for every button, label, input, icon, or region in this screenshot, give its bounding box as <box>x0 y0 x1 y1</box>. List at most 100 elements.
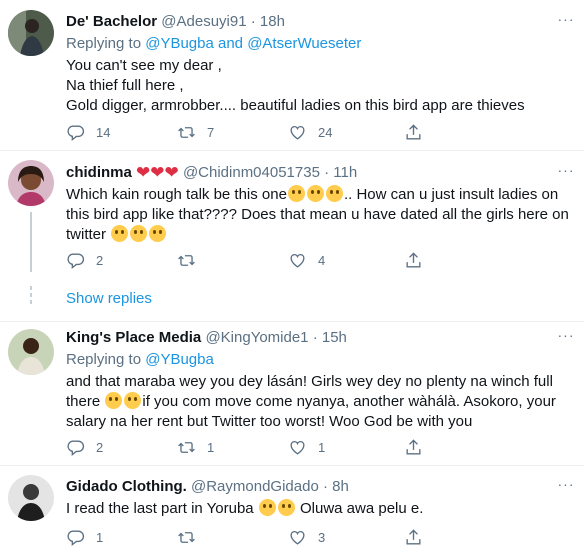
laughing-emoji-icon <box>124 392 142 409</box>
share-button[interactable] <box>404 527 423 547</box>
like-icon <box>288 438 307 457</box>
like-button[interactable]: 1 <box>288 437 325 457</box>
share-icon <box>404 123 423 142</box>
retweet-button[interactable]: 1 <box>177 437 214 457</box>
retweet-button[interactable]: 7 <box>177 122 214 142</box>
retweet-icon <box>177 123 196 142</box>
user-handle[interactable]: @RaymondGidado <box>191 478 319 495</box>
retweet-icon <box>177 251 196 270</box>
mention-link[interactable]: @YBugba <box>145 351 214 368</box>
tweet[interactable]: Gidado Clothing. @RaymondGidado · 8h I r… <box>0 467 584 552</box>
display-name[interactable]: chidinma <box>66 164 132 181</box>
reply-button[interactable]: 14 <box>66 122 110 142</box>
timestamp[interactable]: 18h <box>260 13 285 30</box>
share-button[interactable] <box>404 250 423 270</box>
heart-emoji-icon: ❤❤❤ <box>136 163 179 182</box>
reply-button[interactable]: 2 <box>66 437 103 457</box>
share-icon <box>404 438 423 457</box>
tweet[interactable]: King's Place Media @KingYomide1 · 15h Re… <box>0 323 584 466</box>
user-handle[interactable]: @Chidinm04051735 <box>183 164 320 181</box>
thinking-emoji-icon <box>130 225 148 242</box>
retweet-icon <box>177 528 196 547</box>
more-icon[interactable]: ··· <box>556 477 576 497</box>
like-icon <box>288 528 307 547</box>
thinking-emoji-icon <box>149 225 167 242</box>
more-icon[interactable]: ··· <box>556 12 576 32</box>
avatar[interactable] <box>8 329 54 375</box>
tweet-text: Which kain rough talk be this one.. How … <box>66 185 576 245</box>
reply-icon <box>66 123 85 142</box>
user-handle[interactable]: @Adesuyi91 <box>161 13 246 30</box>
tweet-text: You can't see my dear , Na thief full he… <box>66 57 525 114</box>
like-count: 1 <box>318 439 326 455</box>
replying-to-label: Replying to <box>66 351 142 368</box>
tweet-header: chidinma ❤❤❤ @Chidinm04051735 · 11h <box>66 163 576 183</box>
reply-count: 1 <box>96 529 104 545</box>
display-name[interactable]: Gidado Clothing. <box>66 478 187 495</box>
confused-emoji-icon <box>306 185 324 202</box>
tweet-actions: 2 4 <box>66 250 496 270</box>
retweet-button[interactable] <box>177 250 207 270</box>
avatar[interactable] <box>8 475 54 521</box>
reply-icon <box>66 528 85 547</box>
tweet-header: King's Place Media @KingYomide1 · 15h <box>66 328 576 348</box>
display-name[interactable]: King's Place Media <box>66 329 201 346</box>
tweet-text: and that maraba wey you dey lásán! Girls… <box>66 372 576 432</box>
user-handle[interactable]: @KingYomide1 <box>205 329 308 346</box>
avatar[interactable] <box>8 160 54 206</box>
separator: · <box>324 164 330 181</box>
reply-button[interactable]: 2 <box>66 250 103 270</box>
share-icon <box>404 528 423 547</box>
more-icon[interactable]: ··· <box>556 328 576 348</box>
mention-link[interactable]: @YBugba <box>145 35 214 52</box>
tweet[interactable]: chidinma ❤❤❤ @Chidinm04051735 · 11h Whic… <box>0 152 584 322</box>
reply-button[interactable]: 1 <box>66 527 103 547</box>
tweet-text: I read the last part in Yoruba Oluwa awa… <box>66 499 576 519</box>
tweet-text-part: I read the last part in Yoruba <box>66 500 258 517</box>
confused-emoji-icon <box>287 185 305 202</box>
tweet[interactable]: De' Bachelor @Adesuyi91 · 18h Replying t… <box>0 0 584 151</box>
laughing-emoji-icon <box>258 499 276 516</box>
thinking-emoji-icon <box>111 225 129 242</box>
retweet-button[interactable] <box>177 527 207 547</box>
tweet-actions: 1 3 <box>66 527 496 547</box>
show-replies-link[interactable]: Show replies <box>66 290 152 307</box>
tweet-text-part: Which kain rough talk be this one <box>66 186 287 203</box>
replying-and: and <box>218 35 244 52</box>
thread-line <box>30 212 32 272</box>
reply-icon <box>66 251 85 270</box>
tweet-actions: 14 7 24 <box>66 122 496 142</box>
separator: · <box>312 329 318 346</box>
reply-count: 2 <box>96 252 104 268</box>
share-button[interactable] <box>404 122 423 142</box>
like-button[interactable]: 3 <box>288 527 325 547</box>
reply-icon <box>66 438 85 457</box>
timestamp[interactable]: 8h <box>332 478 349 495</box>
tweet-header: Gidado Clothing. @RaymondGidado · 8h <box>66 477 576 497</box>
more-icon[interactable]: ··· <box>556 163 576 183</box>
separator: · <box>322 478 328 495</box>
replying-to: Replying to @YBugba and @AtserWueseter <box>66 34 576 54</box>
like-icon <box>288 251 307 270</box>
retweet-icon <box>177 438 196 457</box>
tweet-text-part: Oluwa awa pelu e. <box>295 500 424 517</box>
replying-to: Replying to @YBugba <box>66 350 576 370</box>
like-count: 3 <box>318 529 326 545</box>
share-button[interactable] <box>404 437 423 457</box>
avatar[interactable] <box>8 10 54 56</box>
replying-to-label: Replying to <box>66 35 142 52</box>
tweet-header: De' Bachelor @Adesuyi91 · 18h <box>66 12 576 32</box>
like-icon <box>288 123 307 142</box>
timestamp[interactable]: 15h <box>322 329 347 346</box>
like-button[interactable]: 24 <box>288 122 332 142</box>
like-count: 4 <box>318 252 326 268</box>
mention-link[interactable]: @AtserWueseter <box>247 35 361 52</box>
retweet-count: 7 <box>207 124 215 140</box>
separator: · <box>250 13 256 30</box>
reply-count: 2 <box>96 439 104 455</box>
like-button[interactable]: 4 <box>288 250 325 270</box>
share-icon <box>404 251 423 270</box>
display-name[interactable]: De' Bachelor <box>66 13 157 30</box>
laughing-emoji-icon <box>105 392 123 409</box>
timestamp[interactable]: 11h <box>333 164 357 181</box>
